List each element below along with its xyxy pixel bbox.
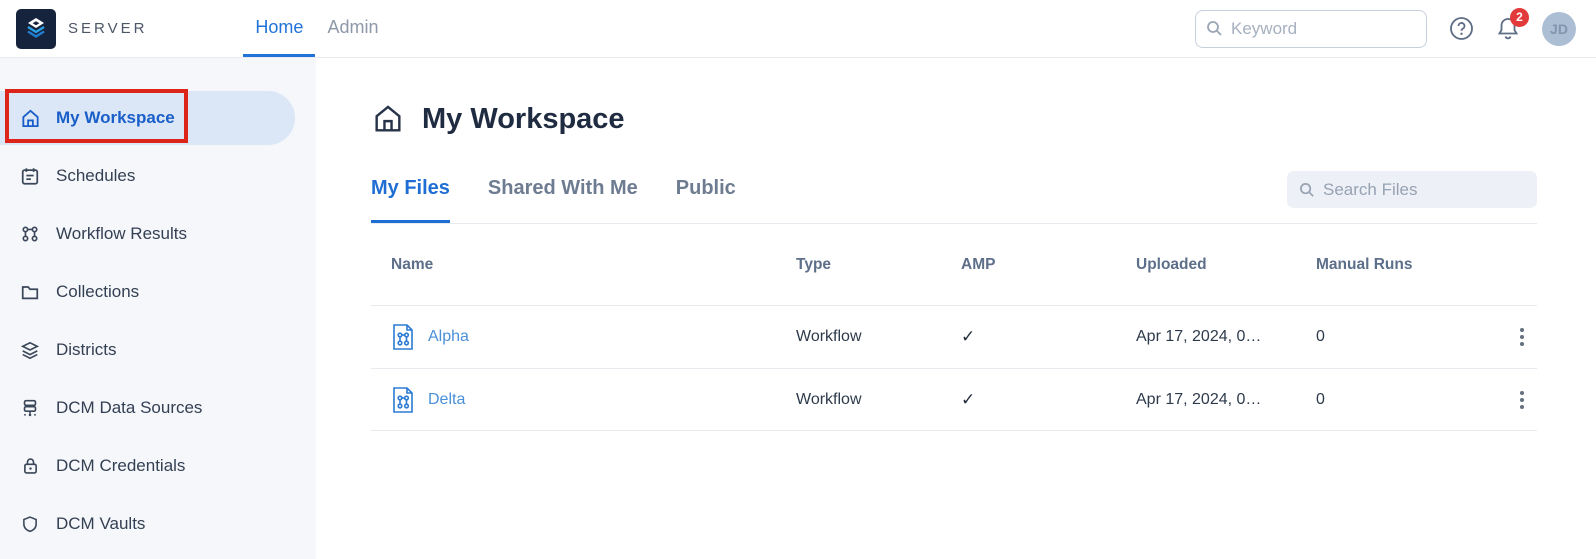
avatar[interactable]: JD — [1542, 11, 1576, 46]
layers-icon — [19, 339, 41, 361]
file-manual-runs: 0 — [1316, 328, 1325, 345]
database-icon — [19, 397, 41, 419]
folder-icon — [19, 281, 41, 303]
column-header-name[interactable]: Name — [391, 256, 796, 274]
help-button[interactable] — [1449, 16, 1474, 41]
sidebar-item-my-workspace[interactable]: My Workspace — [0, 89, 316, 147]
sidebar-item-label: DCM Data Sources — [56, 398, 203, 417]
tab-my-files[interactable]: My Files — [371, 156, 450, 223]
search-icon — [1299, 182, 1315, 198]
nav-admin[interactable]: Admin — [315, 0, 390, 57]
sidebar-item-districts[interactable]: Districts — [0, 321, 316, 379]
file-name-link[interactable]: Delta — [428, 391, 465, 409]
logo-stack-icon — [16, 8, 56, 49]
sidebar-item-label: DCM Vaults — [56, 514, 146, 533]
sidebar-item-label: DCM Credentials — [56, 456, 186, 475]
tabs-row: My Files Shared With Me Public — [371, 156, 1537, 224]
file-type: Workflow — [796, 328, 862, 345]
file-type: Workflow — [796, 390, 862, 408]
files-table: Name Type AMP Uploaded Manual Runs Alpha… — [371, 224, 1537, 431]
sidebar-item-dcm-vaults[interactable]: DCM Vaults — [0, 495, 316, 553]
sidebar-item-schedules[interactable]: Schedules — [0, 147, 316, 205]
column-header-uploaded[interactable]: Uploaded — [1136, 256, 1316, 274]
top-bar: SERVER Home Admin 2 — [0, 0, 1596, 58]
file-uploaded: Apr 17, 2024, 0… — [1136, 390, 1262, 408]
page-title: My Workspace — [422, 102, 625, 135]
notifications-button[interactable]: 2 — [1496, 7, 1529, 42]
sidebar: My Workspace Schedules Workflow Results — [0, 58, 316, 559]
tab-shared-with-me[interactable]: Shared With Me — [488, 156, 638, 223]
home-icon — [19, 107, 41, 129]
sidebar-item-dcm-data-sources[interactable]: DCM Data Sources — [0, 379, 316, 437]
keyword-search-input[interactable] — [1231, 18, 1391, 39]
home-icon — [371, 102, 405, 136]
sidebar-item-label: Schedules — [56, 166, 136, 185]
sidebar-item-label: My Workspace — [56, 108, 175, 127]
tabs: My Files Shared With Me Public — [371, 156, 736, 223]
nav-home[interactable]: Home — [243, 0, 316, 57]
sidebar-item-workflow-results[interactable]: Workflow Results — [0, 205, 316, 263]
search-icon — [1206, 20, 1223, 37]
table-row[interactable]: Alpha Workflow ✓ Apr 17, 2024, 0… 0 — [371, 305, 1537, 368]
notification-badge: 2 — [1510, 7, 1529, 27]
page-title-row: My Workspace — [371, 102, 1537, 136]
topbar-right: 2 JD — [1195, 0, 1576, 57]
top-navigation: Home Admin — [243, 0, 390, 57]
file-name-link[interactable]: Alpha — [428, 328, 469, 346]
sidebar-item-label: Collections — [56, 282, 140, 301]
workflow-file-icon — [391, 386, 415, 414]
column-header-manual-runs[interactable]: Manual Runs — [1316, 256, 1507, 274]
workflow-file-icon — [391, 323, 415, 351]
row-actions-menu-button[interactable] — [1507, 328, 1537, 346]
files-search-box[interactable] — [1287, 171, 1537, 208]
sidebar-item-label: Workflow Results — [56, 224, 187, 243]
sidebar-item-collections[interactable]: Collections — [0, 263, 316, 321]
sidebar-item-dcm-credentials[interactable]: DCM Credentials — [0, 437, 316, 495]
keyword-search-box[interactable] — [1195, 9, 1427, 48]
amp-checkmark: ✓ — [961, 389, 976, 409]
tab-public[interactable]: Public — [676, 156, 736, 223]
shield-icon — [19, 513, 41, 535]
sidebar-item-label: Districts — [56, 340, 117, 359]
logo-text: SERVER — [68, 20, 148, 37]
column-header-type[interactable]: Type — [796, 256, 961, 274]
file-uploaded: Apr 17, 2024, 0… — [1136, 328, 1262, 345]
amp-checkmark: ✓ — [961, 327, 976, 346]
workflow-nodes-icon — [19, 223, 41, 245]
table-row[interactable]: Delta Workflow ✓ Apr 17, 2024, 0… 0 — [371, 368, 1537, 431]
files-search-input[interactable] — [1323, 179, 1513, 200]
table-header-row: Name Type AMP Uploaded Manual Runs — [371, 224, 1537, 305]
file-manual-runs: 0 — [1316, 390, 1325, 408]
lock-icon — [19, 455, 41, 477]
calendar-icon — [19, 165, 41, 187]
app-logo[interactable]: SERVER — [16, 0, 147, 57]
column-header-amp[interactable]: AMP — [961, 256, 1136, 274]
main-content: My Workspace My Files Shared With Me Pub… — [316, 58, 1596, 559]
row-actions-menu-button[interactable] — [1507, 390, 1537, 409]
